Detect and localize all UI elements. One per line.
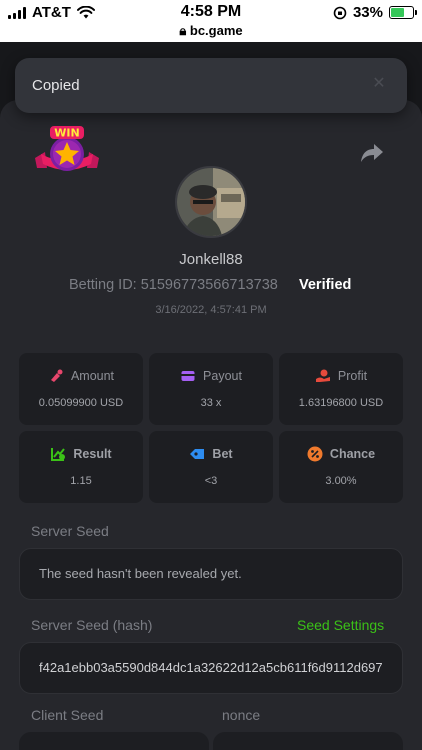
stat-value: 3.00% <box>325 475 357 487</box>
client-seed-field[interactable] <box>19 732 209 750</box>
stat-label: Bet <box>212 447 233 461</box>
avatar <box>175 166 247 238</box>
stat-bet: Bet <3 <box>149 431 273 503</box>
stat-label: Payout <box>203 369 242 383</box>
stat-value: 0.05099900 USD <box>38 397 124 409</box>
stat-result: Result 1.15 <box>19 431 143 503</box>
stat-profit: Profit 1.63196800 USD <box>279 353 403 425</box>
share-icon[interactable] <box>359 141 385 165</box>
battery-icon <box>389 6 417 19</box>
stat-value: 1.63196800 USD <box>298 397 384 409</box>
stat-value: <3 <box>204 475 218 487</box>
stat-label: Profit <box>337 369 368 383</box>
stat-value: 1.15 <box>70 475 92 487</box>
tag-icon <box>190 449 205 459</box>
stat-value: 33 x <box>200 397 222 409</box>
orientation-lock-icon <box>333 6 347 19</box>
coins-icon <box>50 369 63 382</box>
status-right: 33% <box>333 4 417 21</box>
username: Jonkell88 <box>179 251 243 268</box>
chart-check-icon <box>51 448 66 461</box>
profit-icon <box>315 369 330 382</box>
server-seed-hash-value: f42a1ebb03a5590d844dc1a32622d12a5cb611f6… <box>39 660 383 675</box>
server-seed-value: The seed hasn't been revealed yet. <box>39 566 242 581</box>
server-seed-hash-field[interactable]: f42a1ebb03a5590d844dc1a32622d12a5cb611f6… <box>19 642 403 694</box>
nonce-field[interactable] <box>213 732 403 750</box>
server-seed-field: The seed hasn't been revealed yet. <box>19 548 403 600</box>
url-text: bc.game <box>189 23 243 38</box>
svg-text:WIN: WIN <box>54 127 79 140</box>
copied-toast: Copied ✕ <box>15 58 407 113</box>
stat-label: Amount <box>70 369 115 383</box>
stat-label: Result <box>73 447 112 461</box>
server-seed-label: Server Seed <box>31 523 109 539</box>
ios-status-bar: AT&T 4:58 PM 33% 🔒︎ bc.game <box>0 0 422 42</box>
betting-id[interactable]: Betting ID: 515967735667137​38 <box>69 277 278 293</box>
stat-amount: Amount 0.05099900 USD <box>19 353 143 425</box>
url-bar[interactable]: 🔒︎ bc.game <box>0 23 422 39</box>
battery-percent: 33% <box>352 4 383 21</box>
server-seed-hash-label: Server Seed (hash) <box>31 617 153 633</box>
win-badge-icon: WIN <box>35 126 99 171</box>
toast-message: Copied <box>32 77 80 94</box>
lock-icon: 🔒︎ <box>179 23 187 38</box>
bet-datetime: 3/16/2022, 4:57:41 PM <box>155 304 267 316</box>
stat-label: Chance <box>329 447 376 461</box>
seed-settings-link[interactable]: Seed Settings <box>297 617 384 633</box>
wallet-icon <box>181 371 195 381</box>
nonce-label: nonce <box>222 707 261 723</box>
percent-icon <box>307 446 323 462</box>
stat-chance: Chance 3.00% <box>279 431 403 503</box>
close-icon[interactable]: ✕ <box>371 76 387 92</box>
stat-payout: Payout 33 x <box>149 353 273 425</box>
client-seed-label: Client Seed <box>31 707 104 723</box>
verified-badge: Verified <box>299 277 352 293</box>
